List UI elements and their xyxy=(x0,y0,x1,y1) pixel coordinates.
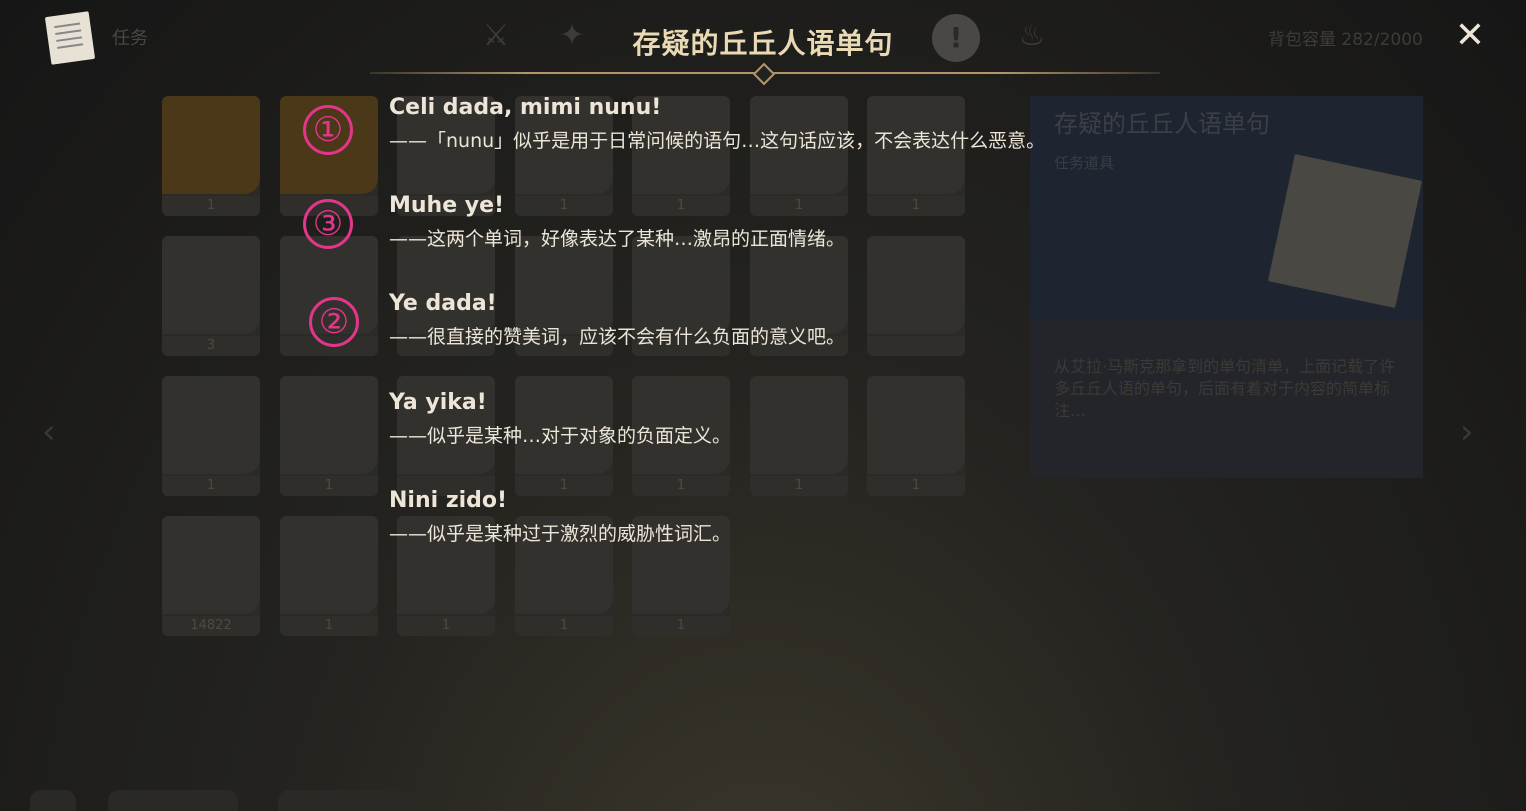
inventory-slot[interactable]: 1 xyxy=(280,376,378,496)
left-arrow-icon[interactable]: ‹ xyxy=(42,412,56,452)
item-count: 1 xyxy=(280,616,378,636)
item-count xyxy=(867,336,965,356)
item-image xyxy=(162,376,260,474)
item-image xyxy=(162,96,260,194)
item-count: 1 xyxy=(515,616,613,636)
page-title: 存疑的丘丘人语单句 xyxy=(632,27,894,60)
inventory-slot[interactable]: 1 xyxy=(867,376,965,496)
item-detail-panel: 存疑的丘丘人语单句 任务道具 从艾拉·马斯克那拿到的单句清单，上面记载了许多丘丘… xyxy=(1030,96,1423,478)
item-count: 1 xyxy=(750,476,848,496)
item-count: 1 xyxy=(397,616,495,636)
phrase-text: Celi dada, mimi nunu! xyxy=(389,95,662,120)
phrase-text: Ye dada! xyxy=(389,291,497,316)
item-image xyxy=(867,236,965,334)
detail-description: 从艾拉·马斯克那拿到的单句清单，上面记载了许多丘丘人语的单句，后面有着对于内容的… xyxy=(1054,357,1396,420)
detail-header: 存疑的丘丘人语单句 任务道具 xyxy=(1030,96,1423,320)
item-image xyxy=(162,516,260,614)
phrase-text: Nini zido! xyxy=(389,488,508,513)
phrase-note: ——「nunu」似乎是用于日常问候的语句…这句话应该，不会表达什么恶意。 xyxy=(389,130,1046,152)
annotation-marker: ① xyxy=(303,105,353,155)
right-arrow-icon[interactable]: › xyxy=(1460,412,1474,452)
phrase-note: ——似乎是某种…对于对象的负面定义。 xyxy=(389,425,732,447)
phrase-item: Nini zido! ——似乎是某种过于激烈的威胁性词汇。 xyxy=(389,488,731,546)
phrase-item: Celi dada, mimi nunu! ——「nunu」似乎是用于日常问候的… xyxy=(389,95,1045,153)
item-count: 14822 xyxy=(162,616,260,636)
inventory-slot[interactable]: 3 xyxy=(162,236,260,356)
phrase-note: ——似乎是某种过于激烈的威胁性词汇。 xyxy=(389,523,732,545)
phrase-item: Ya yika! ——似乎是某种…对于对象的负面定义。 xyxy=(389,390,731,448)
inventory-slot[interactable] xyxy=(867,236,965,356)
item-image xyxy=(750,376,848,474)
item-image xyxy=(280,516,378,614)
item-count: 1 xyxy=(162,476,260,496)
item-count: 1 xyxy=(632,616,730,636)
inventory-slot[interactable]: 1 xyxy=(162,376,260,496)
phrase-note: ——这两个单词，好像表达了某种…激昂的正面情绪。 xyxy=(389,228,846,250)
detail-item-image xyxy=(1267,153,1423,309)
item-count: 1 xyxy=(867,196,965,216)
annotation-marker: ② xyxy=(309,297,359,347)
inventory-slot[interactable]: 14822 xyxy=(162,516,260,636)
item-count: 3 xyxy=(162,336,260,356)
phrase-text: Muhe ye! xyxy=(389,193,505,218)
inventory-slot[interactable]: 1 xyxy=(162,96,260,216)
currency-bar xyxy=(30,790,430,811)
item-image xyxy=(280,376,378,474)
detail-item-type: 任务道具 xyxy=(1054,154,1115,172)
item-count: 1 xyxy=(280,476,378,496)
item-count: 1 xyxy=(162,196,260,216)
item-image xyxy=(867,376,965,474)
phrase-item: Ye dada! ——很直接的赞美词，应该不会有什么负面的意义吧。 xyxy=(389,291,845,349)
annotation-marker: ③ xyxy=(303,199,353,249)
detail-item-name: 存疑的丘丘人语单句 xyxy=(1054,110,1270,138)
phrase-text: Ya yika! xyxy=(389,390,487,415)
inventory-slot[interactable]: 1 xyxy=(750,376,848,496)
item-count: 1 xyxy=(867,476,965,496)
phrase-item: Muhe ye! ——这两个单词，好像表达了某种…激昂的正面情绪。 xyxy=(389,193,845,251)
item-image xyxy=(162,236,260,334)
phrase-note: ——很直接的赞美词，应该不会有什么负面的意义吧。 xyxy=(389,326,846,348)
inventory-slot[interactable]: 1 xyxy=(280,516,378,636)
